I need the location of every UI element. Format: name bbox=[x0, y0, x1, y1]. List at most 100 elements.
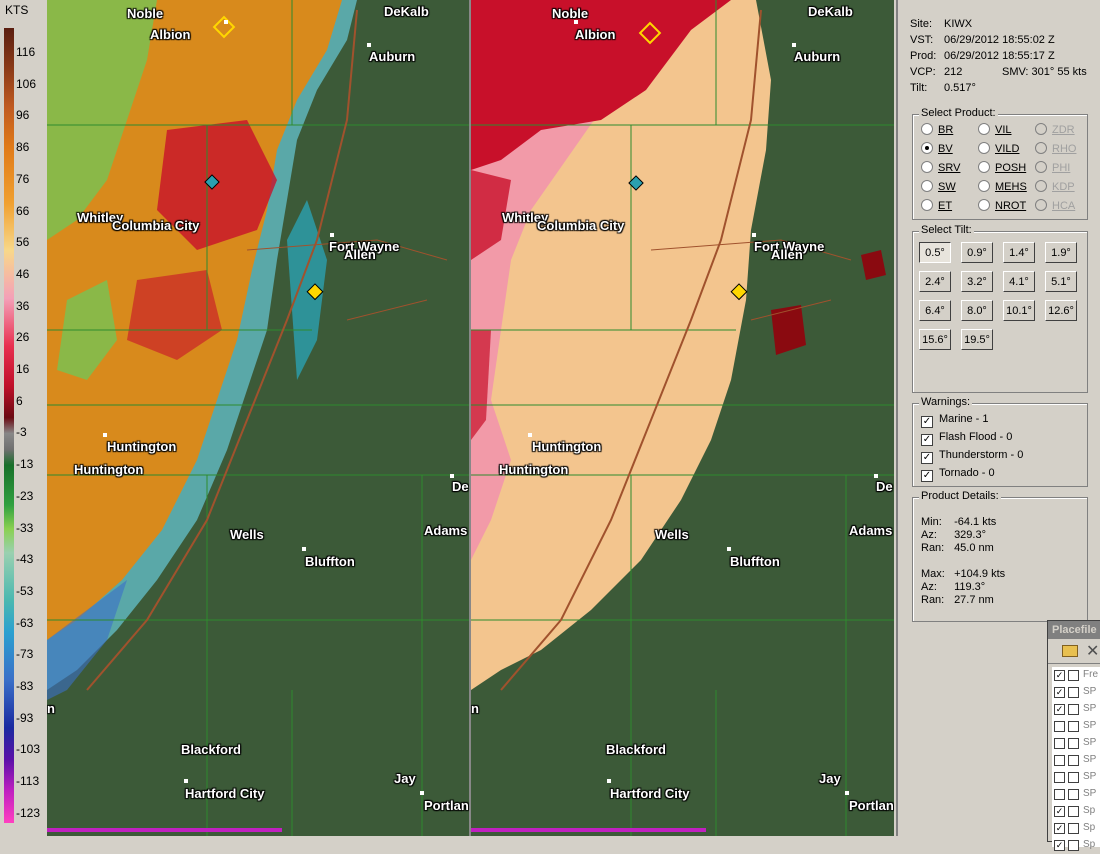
radar-pane-right[interactable]: Noble Albion DeKalb Auburn Whitley Colum… bbox=[471, 0, 894, 836]
checkbox-icon[interactable] bbox=[1068, 755, 1079, 766]
tilt-button[interactable]: 0.5° bbox=[919, 242, 951, 263]
radar-pane-left[interactable]: Noble Albion DeKalb Auburn Whitley Colum… bbox=[47, 0, 471, 836]
open-folder-icon[interactable] bbox=[1062, 645, 1078, 657]
product-option-label: POSH bbox=[995, 162, 1027, 174]
product-option-et[interactable]: ET bbox=[921, 199, 952, 212]
tilt-button[interactable]: 19.5° bbox=[961, 329, 993, 350]
placefile-list-item[interactable]: SP bbox=[1052, 735, 1100, 752]
tilt-button[interactable]: 5.1° bbox=[1045, 271, 1077, 292]
tilt-button[interactable]: 6.4° bbox=[919, 300, 951, 321]
tilt-value: 0.517° bbox=[944, 82, 976, 94]
checkbox-icon[interactable] bbox=[1068, 721, 1079, 732]
radio-button-icon[interactable] bbox=[978, 180, 990, 192]
product-option-label: PHI bbox=[1052, 162, 1071, 174]
product-option-bv[interactable]: BV bbox=[921, 142, 953, 155]
radar-image-right bbox=[471, 0, 894, 836]
radio-button-icon[interactable] bbox=[921, 180, 933, 192]
warning-checkbox-row[interactable]: ✓ Marine - 1 bbox=[921, 413, 989, 428]
city-label: Noble bbox=[127, 6, 164, 21]
product-option-label: ET bbox=[938, 200, 953, 212]
tilt-button[interactable]: 2.4° bbox=[919, 271, 951, 292]
tilt-button[interactable]: 1.9° bbox=[1045, 242, 1077, 263]
product-option-label: BV bbox=[938, 143, 953, 155]
product-option-nrot[interactable]: NROT bbox=[978, 199, 1026, 212]
radio-button-icon[interactable] bbox=[978, 161, 990, 173]
placefile-list-item[interactable]: ✓ Fre bbox=[1052, 667, 1100, 684]
placefile-list-item[interactable]: SP bbox=[1052, 769, 1100, 786]
radio-button-icon[interactable] bbox=[978, 142, 990, 154]
checkbox-icon[interactable] bbox=[1054, 789, 1065, 800]
checkbox-icon[interactable] bbox=[1054, 772, 1065, 783]
placefile-list-item[interactable]: ✓ Sp bbox=[1052, 820, 1100, 837]
warning-checkbox-row[interactable]: ✓ Thunderstorm - 0 bbox=[921, 449, 1023, 464]
warnings-group: Warnings: ✓ Marine - 1 ✓ Flash Flood - 0 ✓ Th… bbox=[912, 396, 1088, 487]
checkbox-icon[interactable]: ✓ bbox=[1054, 704, 1065, 715]
checkbox-icon[interactable]: ✓ bbox=[1054, 670, 1065, 681]
checkbox-icon[interactable] bbox=[1068, 704, 1079, 715]
checkbox-icon[interactable] bbox=[1068, 670, 1079, 681]
tilt-button[interactable]: 12.6° bbox=[1045, 300, 1077, 321]
checkbox-icon[interactable] bbox=[1054, 755, 1065, 766]
checkbox-icon[interactable] bbox=[1068, 823, 1079, 834]
scale-tick-label: -73 bbox=[16, 647, 34, 662]
checkbox-icon[interactable] bbox=[1068, 840, 1079, 851]
checkbox-checked-icon[interactable]: ✓ bbox=[921, 416, 933, 428]
placefile-list-item[interactable]: SP bbox=[1052, 786, 1100, 803]
warning-checkbox-row[interactable]: ✓ Flash Flood - 0 bbox=[921, 431, 1012, 446]
product-option-vil[interactable]: VIL bbox=[978, 123, 1012, 136]
checkbox-icon[interactable] bbox=[1068, 789, 1079, 800]
placefile-window[interactable]: Placefile ✕ ✓ Fre ✓ SP ✓ SP SP SP SP SP SP ✓ Sp ✓ Sp ✓ S… bbox=[1047, 620, 1100, 851]
tilt-button[interactable]: 10.1° bbox=[1003, 300, 1035, 321]
city-label: Huntington bbox=[74, 462, 144, 477]
placefile-list-item[interactable]: ✓ SP bbox=[1052, 684, 1100, 701]
tilt-button[interactable]: 15.6° bbox=[919, 329, 951, 350]
radio-button-icon[interactable] bbox=[921, 199, 933, 211]
radio-button-icon bbox=[1035, 142, 1047, 154]
checkbox-checked-icon[interactable]: ✓ bbox=[921, 470, 933, 482]
radio-button-icon[interactable] bbox=[978, 123, 990, 135]
checkbox-icon[interactable] bbox=[1054, 738, 1065, 749]
prod-value: 06/29/2012 18:55:17 Z bbox=[944, 50, 1055, 62]
placefile-list-item[interactable]: ✓ SP bbox=[1052, 701, 1100, 718]
tilt-button[interactable]: 3.2° bbox=[961, 271, 993, 292]
checkbox-icon[interactable]: ✓ bbox=[1054, 806, 1065, 817]
city-label: Adams bbox=[849, 523, 893, 538]
product-option-srv[interactable]: SRV bbox=[921, 161, 960, 174]
checkbox-icon[interactable] bbox=[1054, 721, 1065, 732]
placefile-toolbar: ✕ bbox=[1048, 639, 1100, 664]
placefile-list-item[interactable]: SP bbox=[1052, 718, 1100, 735]
checkbox-icon[interactable]: ✓ bbox=[1054, 687, 1065, 698]
product-option-posh[interactable]: POSH bbox=[978, 161, 1026, 174]
tilt-button[interactable]: 0.9° bbox=[961, 242, 993, 263]
radio-button-icon[interactable] bbox=[921, 161, 933, 173]
checkbox-icon[interactable] bbox=[1068, 738, 1079, 749]
warning-checkbox-row[interactable]: ✓ Tornado - 0 bbox=[921, 467, 995, 482]
product-option-mehs[interactable]: MEHS bbox=[978, 180, 1027, 193]
min-label: Min: bbox=[921, 516, 942, 528]
checkbox-icon[interactable] bbox=[1068, 687, 1079, 698]
tilt-button[interactable]: 1.4° bbox=[1003, 242, 1035, 263]
product-option-label: ZDR bbox=[1052, 124, 1075, 136]
checkbox-checked-icon[interactable]: ✓ bbox=[921, 452, 933, 464]
checkbox-checked-icon[interactable]: ✓ bbox=[921, 434, 933, 446]
product-option-vild[interactable]: VILD bbox=[978, 142, 1019, 155]
radio-button-icon bbox=[1035, 123, 1047, 135]
radio-button-icon[interactable] bbox=[921, 123, 933, 135]
product-option-br[interactable]: BR bbox=[921, 123, 953, 136]
placefile-list-item[interactable]: ✓ Sp bbox=[1052, 837, 1100, 854]
city-label: Albion bbox=[575, 27, 616, 42]
checkbox-icon[interactable] bbox=[1068, 806, 1079, 817]
radio-button-icon[interactable] bbox=[978, 199, 990, 211]
placefile-list-item[interactable]: SP bbox=[1052, 752, 1100, 769]
checkbox-icon[interactable]: ✓ bbox=[1054, 823, 1065, 834]
tilt-button[interactable]: 4.1° bbox=[1003, 271, 1035, 292]
placefile-list-item[interactable]: ✓ Sp bbox=[1052, 803, 1100, 820]
tilt-button[interactable]: 8.0° bbox=[961, 300, 993, 321]
close-icon[interactable]: ✕ bbox=[1086, 641, 1099, 661]
product-option-sw[interactable]: SW bbox=[921, 180, 956, 193]
radio-button-icon[interactable] bbox=[921, 142, 933, 154]
checkbox-icon[interactable] bbox=[1068, 772, 1079, 783]
placefile-title[interactable]: Placefile bbox=[1048, 621, 1100, 639]
checkbox-icon[interactable]: ✓ bbox=[1054, 840, 1065, 851]
warning-label: Flash Flood - 0 bbox=[939, 431, 1013, 443]
